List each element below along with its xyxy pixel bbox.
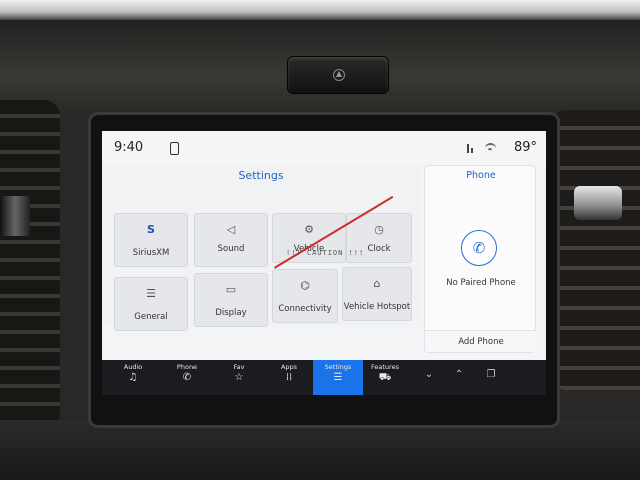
nav-label: Apps	[280, 363, 298, 371]
status-bar: 9:40 89°	[102, 131, 546, 165]
vent-knob-left[interactable]	[0, 196, 30, 236]
tile-general[interactable]: ☰ General	[114, 277, 188, 331]
outside-temperature: 89°	[514, 140, 538, 155]
tile-label: Connectivity	[278, 304, 332, 314]
phone-panel: Phone ✆ No Paired Phone Add Phone	[424, 165, 537, 353]
star-icon: ☆	[234, 372, 244, 383]
air-vent-right	[552, 110, 640, 390]
add-phone-button[interactable]: Add Phone	[425, 330, 537, 352]
phone-icon[interactable]: ✆	[461, 230, 497, 266]
tile-siriusxm[interactable]: S SiriusXM	[114, 213, 188, 267]
vent-knob-right[interactable]	[574, 186, 622, 220]
nav-apps[interactable]: Apps ⁞⁞	[264, 360, 314, 395]
tile-connectivity[interactable]: ⌬ Connectivity	[272, 269, 338, 323]
hotspot-icon: ⌂	[373, 277, 381, 290]
nav-fav[interactable]: Fav ☆	[214, 360, 264, 395]
nav-features[interactable]: Features ⛟	[360, 360, 410, 395]
nav-label: Fav	[233, 363, 245, 371]
tile-label: General	[134, 312, 168, 322]
wifi-icon	[485, 143, 496, 153]
bottom-nav-bar: Audio ♫ Phone ✆ Fav ☆ Apps ⁞⁞ Settings ☰…	[102, 360, 546, 395]
nav-label: Audio	[123, 363, 143, 371]
tile-label: Display	[215, 308, 247, 318]
hazard-icon	[333, 69, 345, 81]
tile-label: Vehicle Hotspot	[343, 302, 411, 312]
settings-sliders-icon: ☰	[333, 372, 343, 383]
nav-label: Settings	[324, 363, 352, 371]
display-icon: ▭	[225, 283, 237, 296]
nav-label: Phone	[176, 363, 198, 371]
dashboard-trim	[0, 0, 640, 20]
settings-title: Settings	[238, 169, 284, 182]
hazard-button[interactable]	[287, 56, 389, 94]
phone-status-label: No Paired Phone	[446, 278, 516, 288]
vehicle-icon: ⚙	[304, 223, 314, 236]
clock-icon: ◷	[374, 223, 384, 236]
infotainment-screen: 9:40 89° Settings S SiriusXM ◁ Sound ⚙ V…	[102, 131, 546, 395]
siriusxm-icon: S	[147, 223, 155, 236]
clock-time: 9:40	[114, 140, 144, 155]
phone-status-icon[interactable]	[170, 142, 179, 155]
nav-phone[interactable]: Phone ✆	[162, 360, 212, 395]
nav-settings[interactable]: Settings ☰	[313, 360, 363, 395]
air-vent-left	[0, 100, 60, 430]
speaker-icon: ◁	[226, 223, 236, 236]
tile-display[interactable]: ▭ Display	[194, 273, 268, 327]
tile-sound[interactable]: ◁ Sound	[194, 213, 268, 267]
sliders-icon: ☰	[146, 287, 156, 300]
signal-icon	[466, 143, 476, 153]
tile-label: Sound	[217, 244, 245, 254]
settings-panel: Settings S SiriusXM ◁ Sound ⚙ Vehicle ◷ …	[102, 165, 420, 331]
car-icon: ⛟	[378, 372, 392, 383]
music-note-icon: ♫	[128, 372, 138, 383]
chevron-down-icon[interactable]: ⌄	[414, 360, 444, 395]
nav-label: Features	[371, 363, 399, 371]
tile-label: SiriusXM	[132, 248, 170, 258]
chevron-up-icon[interactable]: ⌃	[444, 360, 474, 395]
tile-vehicle-hotspot[interactable]: ⌂ Vehicle Hotspot	[342, 267, 412, 321]
phone-panel-title: Phone	[466, 170, 496, 181]
phone-icon: ✆	[182, 372, 192, 383]
grid-icon: ⁞⁞	[285, 372, 293, 383]
connectivity-icon: ⌬	[300, 279, 310, 292]
nav-audio[interactable]: Audio ♫	[108, 360, 158, 395]
split-screen-icon[interactable]: ❐	[476, 360, 506, 395]
dashboard-bottom	[0, 420, 640, 480]
